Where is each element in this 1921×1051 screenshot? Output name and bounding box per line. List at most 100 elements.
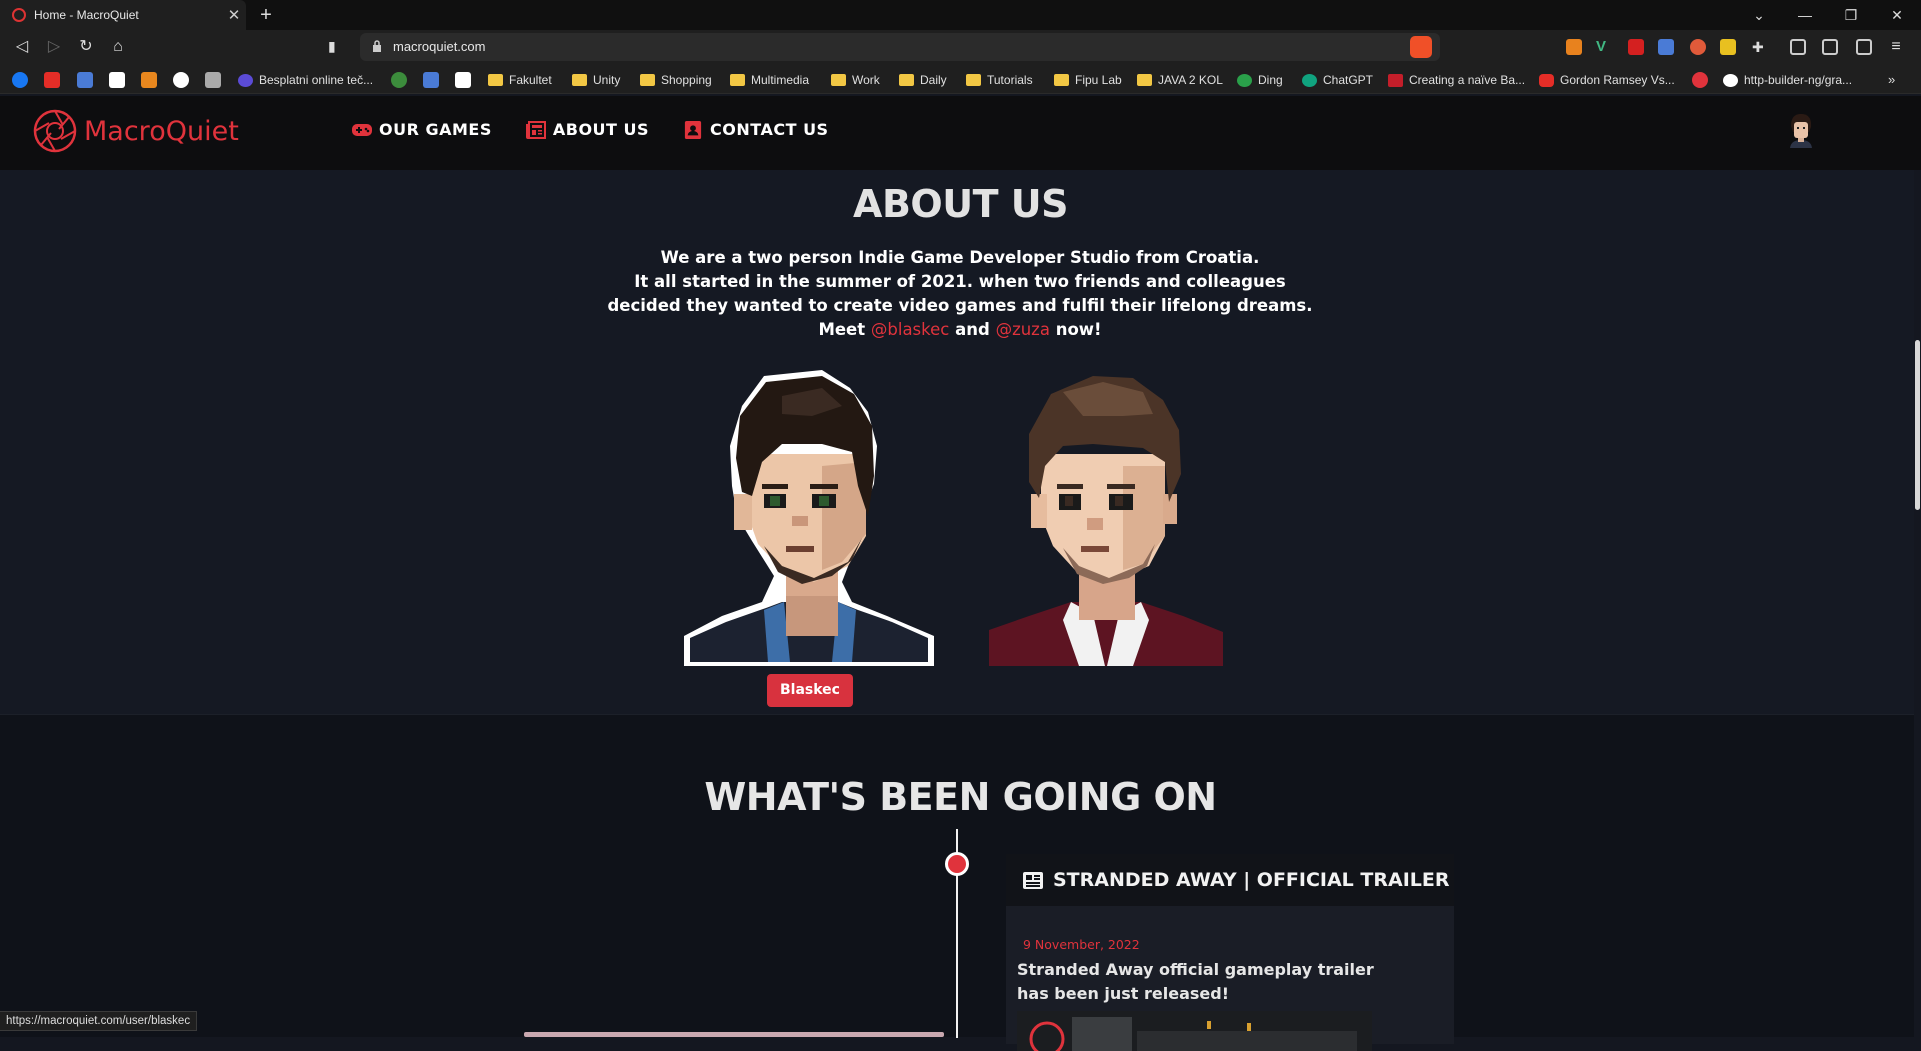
youtube-icon [1539,73,1554,87]
about-intro: We are a two person Indie Game Developer… [560,246,1360,342]
intro-line: decided they wanted to create video game… [607,296,1313,315]
bookmark-icon[interactable] [1692,72,1708,88]
trailer-thumbnail[interactable] [1017,1011,1372,1051]
bookmark-folder[interactable]: Unity [572,71,620,89]
timeline-card-title: STRANDED AWAY | OFFICIAL TRAILER [1053,869,1450,891]
bookmark-folder[interactable]: Work [831,71,880,89]
site-header: MacroQuiet OUR GAMES ABOUT US CONTACT US [0,96,1921,170]
nav-our-games[interactable]: OUR GAMES [352,120,492,139]
folder-icon [899,74,914,86]
bookmark-folder[interactable]: Fakultet [488,71,552,89]
page-scrollbar[interactable] [1914,170,1921,1037]
github-bookmark-icon[interactable] [173,72,189,88]
bookmark-folder[interactable]: Multimedia [730,71,809,89]
notion-bookmark-icon[interactable] [455,72,471,88]
nav-contact-us-label: CONTACT US [710,120,829,139]
news-card-icon [1023,871,1043,889]
blaskec-portrait[interactable] [682,366,938,672]
reload-button[interactable]: ↻ [74,35,98,59]
bookmark-folder[interactable]: Shopping [640,71,712,89]
home-button[interactable]: ⌂ [106,35,130,59]
timeline-card-date: 9 November, 2022 [1023,937,1140,952]
trailer-thumbnail-image [1017,1011,1372,1051]
reading-list-icon[interactable] [1790,39,1806,55]
lock-icon [373,40,381,52]
new-tab-button[interactable]: + [254,3,278,27]
contact-card-icon [684,120,702,139]
nav-our-games-label: OUR GAMES [379,120,492,139]
menu-icon[interactable]: ≡ [1884,35,1908,59]
bookmark-icon[interactable] [141,72,157,88]
vue-extension-icon[interactable]: V [1596,39,1612,55]
meet-and: and [955,320,990,339]
zuza-portrait[interactable] [983,370,1229,670]
about-title: ABOUT US [853,182,1068,226]
bookmark-icon[interactable] [391,72,407,88]
pdf-extension-icon[interactable] [1628,39,1644,55]
metamask-extension-icon[interactable] [1566,39,1582,55]
extension-icon[interactable] [1690,39,1706,55]
brave-shields-icon[interactable] [1410,36,1432,58]
bookmark-page-icon[interactable]: ▮ [328,38,336,55]
bookmark-item[interactable]: ChatGPT [1302,71,1373,89]
brand-logo[interactable]: MacroQuiet [32,108,239,154]
forward-button[interactable]: ▷ [42,35,66,59]
close-window-button[interactable]: ✕ [1875,0,1919,30]
page-scrollbar-thumb[interactable] [1915,340,1920,510]
folder-icon [831,74,846,86]
gamepad-icon [352,123,372,136]
facebook-bookmark-icon[interactable] [12,72,28,88]
blaskec-link[interactable]: @blaskec [871,320,949,339]
zuza-link[interactable]: @zuza [996,320,1050,339]
wallet-icon[interactable] [1856,39,1872,55]
bookmark-folder[interactable]: JAVA 2 KOL [1137,71,1223,89]
more-bookmarks-icon[interactable]: » [1888,72,1904,88]
intro-line: We are a two person Indie Game Developer… [660,248,1260,267]
extension-icon[interactable] [1720,39,1736,55]
back-button[interactable]: ◁ [10,35,34,59]
bookmarks-bar: Besplatni online teč... Fakultet Unity S… [0,64,1921,94]
translate-bookmark-icon[interactable] [77,72,93,88]
timeline-card-header: STRANDED AWAY | OFFICIAL TRAILER [1006,854,1454,906]
bookmark-icon[interactable] [205,72,221,88]
meet-line: Meet @blaskec and @zuza now! [560,318,1360,342]
translate-extension-icon[interactable] [1658,39,1674,55]
blaskec-pixel-art [684,370,934,666]
timeline-card-text: Stranded Away official gameplay trailer … [1017,960,1374,1003]
timeline-card[interactable]: STRANDED AWAY | OFFICIAL TRAILER 9 Novem… [1006,854,1454,1051]
browser-tab-active[interactable]: Home - MacroQuiet ✕ [0,0,246,30]
extensions-puzzle-icon[interactable]: ✚ [1752,39,1768,55]
zuza-pixel-art [989,376,1223,666]
horizontal-scrollbar-thumb[interactable] [524,1032,944,1037]
github-icon [1723,73,1738,87]
bookmark-item[interactable]: Gordon Ramsey Vs... [1539,71,1675,89]
bookmark-folder[interactable]: Tutorials [966,71,1033,89]
chatgpt-icon [1302,73,1317,87]
brand-name: MacroQuiet [84,115,239,147]
bookmark-icon[interactable] [423,72,439,88]
sidebar-icon[interactable] [1822,39,1838,55]
folder-icon [572,74,587,86]
bookmark-folder[interactable]: Daily [899,71,947,89]
bookmark-item[interactable]: Ding [1237,71,1283,89]
minimize-button[interactable]: — [1783,0,1827,30]
tab-search-chevron-icon[interactable]: ⌄ [1737,0,1781,30]
gmail-bookmark-icon[interactable] [109,72,125,88]
restore-button[interactable]: ❐ [1829,0,1873,30]
status-bar-url: https://macroquiet.com/user/blaskec [0,1011,198,1031]
nav-contact-us[interactable]: CONTACT US [683,120,829,139]
address-bar[interactable]: macroquiet.com ⇪ [360,33,1440,61]
folder-icon [640,74,655,86]
folder-icon [966,74,981,86]
user-avatar[interactable] [1786,112,1816,148]
tab-close-icon[interactable]: ✕ [222,6,246,24]
youtube-bookmark-icon[interactable] [44,72,60,88]
bookmark-folder[interactable]: Fipu Lab [1054,71,1122,89]
meet-prefix: Meet [818,320,866,339]
bookmark-item[interactable]: Creating a naïve Ba... [1388,71,1525,89]
blaskec-name-badge[interactable]: Blaskec [767,674,853,707]
bookmark-item[interactable]: http-builder-ng/gra... [1723,71,1852,89]
bookmark-icon [1237,73,1252,87]
bookmark-item[interactable]: Besplatni online teč... [238,71,373,89]
nav-about-us[interactable]: ABOUT US [525,120,649,139]
